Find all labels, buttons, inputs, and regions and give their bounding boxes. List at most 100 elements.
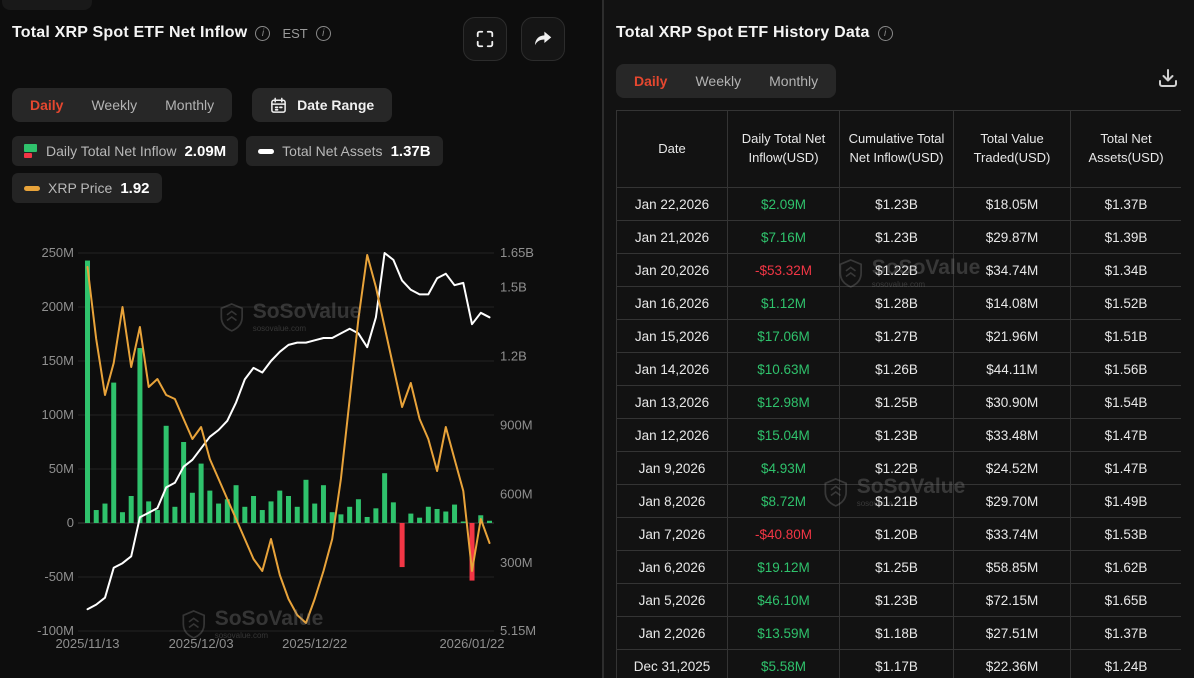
value-cell: $21.96M (954, 320, 1071, 353)
table-header-row: Date Daily Total Net Inflow(USD) Cumulat… (617, 111, 1182, 188)
table-row[interactable]: Jan 2,2026$13.59M$1.18B$27.51M$1.37B (617, 617, 1182, 650)
inflow-bar (312, 504, 317, 523)
left-axis-label: 100M (41, 407, 74, 422)
info-icon[interactable] (316, 26, 331, 41)
date-cell: Jan 7,2026 (617, 518, 728, 551)
inflow-bar (111, 383, 116, 523)
table-row[interactable]: Jan 13,2026$12.98M$1.25B$30.90M$1.54B (617, 386, 1182, 419)
date-cell: Jan 5,2026 (617, 584, 728, 617)
value-cell: $1.23B (840, 584, 954, 617)
inflow-bar (251, 496, 256, 523)
legend-total-net-assets[interactable]: Total Net Assets 1.37B (246, 136, 442, 166)
table-row[interactable]: Jan 14,2026$10.63M$1.26B$44.11M$1.56B (617, 353, 1182, 386)
value-cell: $1.27B (840, 320, 954, 353)
fullscreen-button[interactable] (463, 17, 507, 61)
value-cell: $1.47B (1071, 419, 1182, 452)
inflow-bar (435, 509, 440, 523)
top-partial-element (2, 0, 92, 10)
inflow-bar (461, 522, 466, 524)
chart-controls: Daily Weekly Monthly Date Range (12, 88, 392, 122)
date-cell: Jan 15,2026 (617, 320, 728, 353)
left-axis-label: 0 (67, 515, 74, 530)
tab-weekly[interactable]: Weekly (91, 97, 137, 113)
download-icon (1156, 66, 1180, 90)
inflow-bar (181, 442, 186, 523)
inflow-bar (391, 502, 396, 523)
history-table-wrap[interactable]: Date Daily Total Net Inflow(USD) Cumulat… (616, 110, 1181, 678)
left-axis-label: -50M (44, 569, 74, 584)
table-row[interactable]: Jan 15,2026$17.06M$1.27B$21.96M$1.51B (617, 320, 1182, 353)
date-range-label: Date Range (297, 97, 374, 113)
inflow-bar (102, 504, 107, 523)
table-row[interactable]: Jan 20,2026-$53.32M$1.22B$34.74M$1.34B (617, 254, 1182, 287)
tab-daily[interactable]: Daily (30, 97, 63, 113)
inflow-bar (426, 507, 431, 523)
table-row[interactable]: Jan 21,2026$7.16M$1.23B$29.87M$1.39B (617, 221, 1182, 254)
bar-up-down-icon (24, 144, 38, 158)
value-cell: $1.23B (840, 188, 954, 221)
value-cell: $1.12M (728, 287, 840, 320)
date-cell: Jan 22,2026 (617, 188, 728, 221)
history-table: Date Daily Total Net Inflow(USD) Cumulat… (616, 110, 1181, 678)
table-row[interactable]: Jan 12,2026$15.04M$1.23B$33.48M$1.47B (617, 419, 1182, 452)
table-row[interactable]: Jan 16,2026$1.12M$1.28B$14.08M$1.52B (617, 287, 1182, 320)
value-cell: $33.48M (954, 419, 1071, 452)
download-button[interactable] (1156, 66, 1180, 93)
chart-actions (463, 17, 565, 61)
value-cell: $1.62B (1071, 551, 1182, 584)
value-cell: $19.12M (728, 551, 840, 584)
inflow-bar (172, 507, 177, 523)
column-header-net-assets: Total Net Assets(USD) (1071, 111, 1182, 188)
inflow-bar (137, 348, 142, 523)
inflow-bar (120, 512, 125, 523)
inflow-bar (277, 491, 282, 523)
orange-dash-icon (24, 186, 40, 191)
right-axis-label: 600M (500, 486, 533, 501)
value-cell: $1.54B (1071, 386, 1182, 419)
right-axis-label: 5.15M (500, 623, 536, 638)
left-axis-label: 150M (41, 353, 74, 368)
tab-weekly[interactable]: Weekly (695, 73, 741, 89)
table-row[interactable]: Jan 7,2026-$40.80M$1.20B$33.74M$1.53B (617, 518, 1182, 551)
value-cell: $1.65B (1071, 584, 1182, 617)
value-cell: $7.16M (728, 221, 840, 254)
left-axis-label: 200M (41, 299, 74, 314)
right-axis-label: 300M (500, 555, 533, 570)
inflow-bar (356, 499, 361, 523)
value-cell: $1.23B (840, 221, 954, 254)
table-row[interactable]: Jan 5,2026$46.10M$1.23B$72.15M$1.65B (617, 584, 1182, 617)
share-button[interactable] (521, 17, 565, 61)
chart-period-tabs: Daily Weekly Monthly (12, 88, 232, 122)
value-cell: $27.51M (954, 617, 1071, 650)
value-cell: $1.56B (1071, 353, 1182, 386)
value-cell: $14.08M (954, 287, 1071, 320)
value-cell: $1.51B (1071, 320, 1182, 353)
x-axis-label: 2025/12/03 (169, 636, 234, 651)
table-row[interactable]: Jan 9,2026$4.93M$1.22B$24.52M$1.47B (617, 452, 1182, 485)
net-inflow-chart[interactable]: 250M200M150M100M50M0-50M-100M1.65B1.5B1.… (0, 236, 602, 678)
column-header-daily-inflow: Daily Total Net Inflow(USD) (728, 111, 840, 188)
tab-monthly[interactable]: Monthly (769, 73, 818, 89)
net-inflow-panel: Total XRP Spot ETF Net Inflow EST Daily (0, 0, 602, 678)
tab-daily[interactable]: Daily (634, 73, 667, 89)
table-row[interactable]: Jan 6,2026$19.12M$1.25B$58.85M$1.62B (617, 551, 1182, 584)
inflow-bar (155, 510, 160, 523)
history-title: Total XRP Spot ETF History Data (616, 24, 870, 42)
date-range-button[interactable]: Date Range (252, 88, 392, 122)
net-inflow-header: Total XRP Spot ETF Net Inflow EST (12, 24, 331, 42)
table-row[interactable]: Jan 8,2026$8.72M$1.21B$29.70M$1.49B (617, 485, 1182, 518)
value-cell: $2.09M (728, 188, 840, 221)
table-row[interactable]: Jan 22,2026$2.09M$1.23B$18.05M$1.37B (617, 188, 1182, 221)
info-icon[interactable] (255, 26, 270, 41)
value-cell: $1.18B (840, 617, 954, 650)
table-row[interactable]: Dec 31,2025$5.58M$1.17B$22.36M$1.24B (617, 650, 1182, 678)
value-cell: $1.23B (840, 419, 954, 452)
date-cell: Jan 13,2026 (617, 386, 728, 419)
info-icon[interactable] (878, 26, 893, 41)
inflow-bar (216, 504, 221, 523)
legend-daily-net-inflow[interactable]: Daily Total Net Inflow 2.09M (12, 136, 238, 166)
value-cell: $13.59M (728, 617, 840, 650)
legend-xrp-price[interactable]: XRP Price 1.92 (12, 173, 162, 203)
history-data-panel: Total XRP Spot ETF History Data Daily We… (604, 0, 1194, 678)
tab-monthly[interactable]: Monthly (165, 97, 214, 113)
